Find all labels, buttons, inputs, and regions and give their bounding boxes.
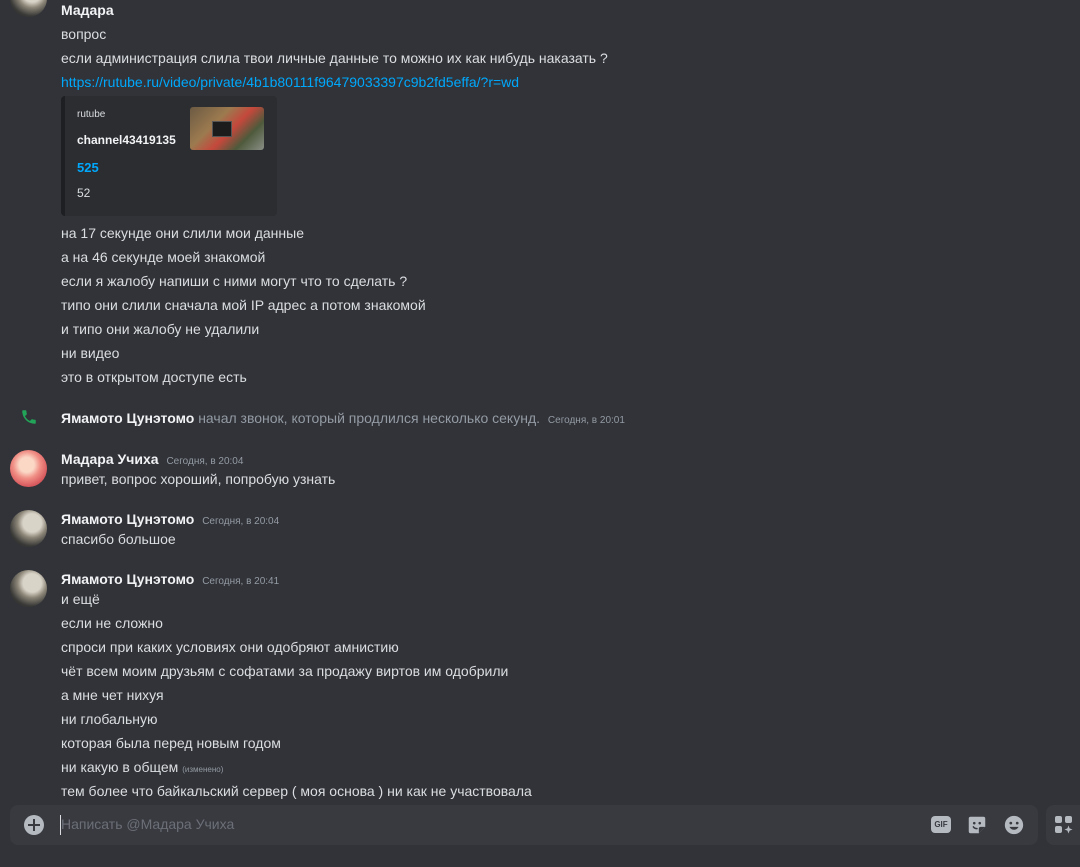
message-author[interactable]: Мадара Учиха bbox=[61, 451, 159, 467]
embed-provider[interactable]: rutube bbox=[77, 109, 105, 120]
call-system-message: Ямамото Цунэтомо начал звонок, который п… bbox=[61, 408, 625, 431]
message-text: на 17 секунде они слили мои данные bbox=[61, 225, 304, 241]
message-text: тем более что байкальский сервер ( моя о… bbox=[61, 783, 532, 799]
embed-thumbnail[interactable] bbox=[190, 107, 264, 150]
embed-title[interactable]: channel43419135 bbox=[77, 133, 176, 147]
message-text: если не сложно bbox=[61, 615, 163, 631]
message-composer: Написать @Мадара Учиха GIF bbox=[10, 805, 1038, 845]
call-text: начал звонок, который продлился нескольк… bbox=[198, 410, 541, 426]
message-text: если администрация слила твои личные дан… bbox=[61, 50, 608, 66]
plus-circle-icon[interactable] bbox=[24, 815, 44, 835]
message-text: чёт всем моим друзьям с софатами за прод… bbox=[61, 663, 509, 679]
edited-label: (изменено) bbox=[182, 765, 224, 774]
message-text: ни глобальную bbox=[61, 711, 158, 727]
message-text: спасибо большое bbox=[61, 531, 176, 547]
message-text: а мне чет нихуя bbox=[61, 687, 164, 703]
message-text: ни какую в общем bbox=[61, 759, 179, 775]
message-text: привет, вопрос хороший, попробую узнать bbox=[61, 471, 336, 487]
message-input[interactable]: Написать @Мадара Учиха bbox=[61, 816, 234, 832]
message-text: ни видео bbox=[61, 345, 120, 361]
message-text: которая была перед новым годом bbox=[61, 735, 281, 751]
message-text: это в открытом доступе есть bbox=[61, 369, 247, 385]
call-timestamp: Сегодня, в 20:01 bbox=[547, 415, 625, 426]
message-text: а на 46 секунде моей знакомой bbox=[61, 249, 266, 265]
message-timestamp: Сегодня, в 20:04 bbox=[166, 456, 244, 467]
message-author[interactable]: Мадара bbox=[61, 0, 114, 20]
emoji-icon[interactable] bbox=[1003, 814, 1025, 836]
message-timestamp: Сегодня, в 20:41 bbox=[202, 576, 280, 587]
avatar[interactable] bbox=[10, 510, 47, 547]
message-text: и типо они жалобу не удалили bbox=[61, 321, 260, 337]
message-text-edited: ни какую в общем (изменено) bbox=[61, 757, 223, 780]
embed-stat: 52 bbox=[77, 186, 91, 200]
gif-icon[interactable]: GIF bbox=[931, 816, 951, 833]
sticker-icon[interactable] bbox=[966, 814, 988, 836]
apps-button[interactable] bbox=[1046, 805, 1080, 845]
message-author[interactable]: Ямамото Цунэтомо bbox=[61, 571, 194, 587]
message-text: типо они слили сначала мой IP адрес а по… bbox=[61, 297, 426, 313]
message-author[interactable]: Ямамото Цунэтомо bbox=[61, 511, 194, 527]
phone-icon bbox=[22, 410, 36, 424]
call-author[interactable]: Ямамото Цунэтомо bbox=[61, 410, 194, 426]
message-text: и ещё bbox=[61, 591, 100, 607]
link-embed: rutube channel43419135 525 52 bbox=[61, 96, 277, 216]
message-link[interactable]: https://rutube.ru/video/private/4b1b8011… bbox=[61, 72, 519, 92]
avatar[interactable] bbox=[10, 0, 47, 17]
apps-icon bbox=[1055, 816, 1073, 834]
message-list: Мадара вопрос если администрация слила т… bbox=[0, 0, 1080, 800]
avatar[interactable] bbox=[10, 570, 47, 607]
avatar[interactable] bbox=[10, 450, 47, 487]
message-text: вопрос bbox=[61, 26, 107, 42]
embed-stat-blue: 525 bbox=[77, 160, 99, 175]
message-timestamp: Сегодня, в 20:04 bbox=[202, 516, 280, 527]
message-text: спроси при каких условиях они одобряют а… bbox=[61, 639, 399, 655]
message-text: если я жалобу напиши с ними могут что то… bbox=[61, 273, 408, 289]
